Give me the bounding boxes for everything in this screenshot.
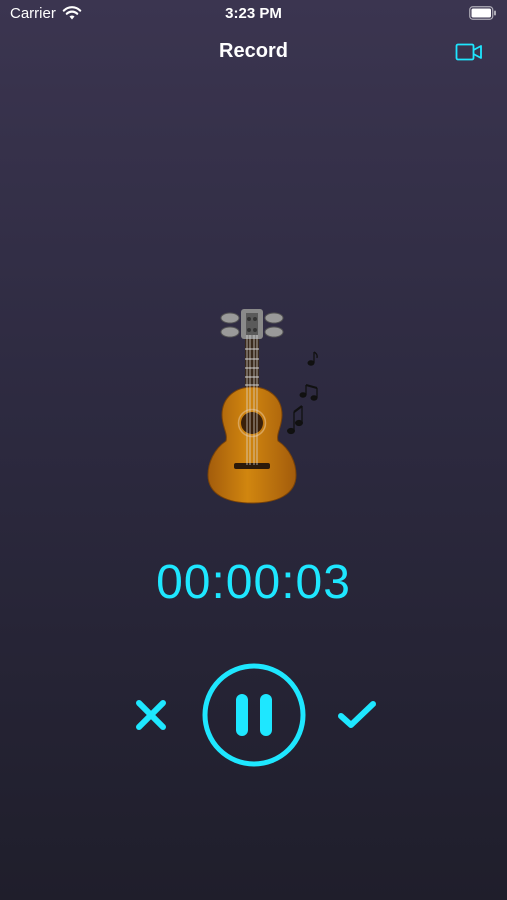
checkmark-icon[interactable]: [335, 697, 379, 733]
recording-timer: 00:00:03: [156, 556, 351, 609]
pause-icon: [236, 694, 272, 736]
video-camera-icon[interactable]: [455, 41, 483, 63]
guitar-illustration: [207, 309, 318, 504]
page-title: Record: [219, 40, 288, 62]
battery-icon: [469, 6, 496, 20]
close-icon[interactable]: [133, 697, 169, 733]
pause-button[interactable]: [201, 662, 307, 768]
status-time: 3:23 PM: [225, 5, 282, 22]
status-bar: Carrier 3:23 PM: [0, 0, 507, 28]
